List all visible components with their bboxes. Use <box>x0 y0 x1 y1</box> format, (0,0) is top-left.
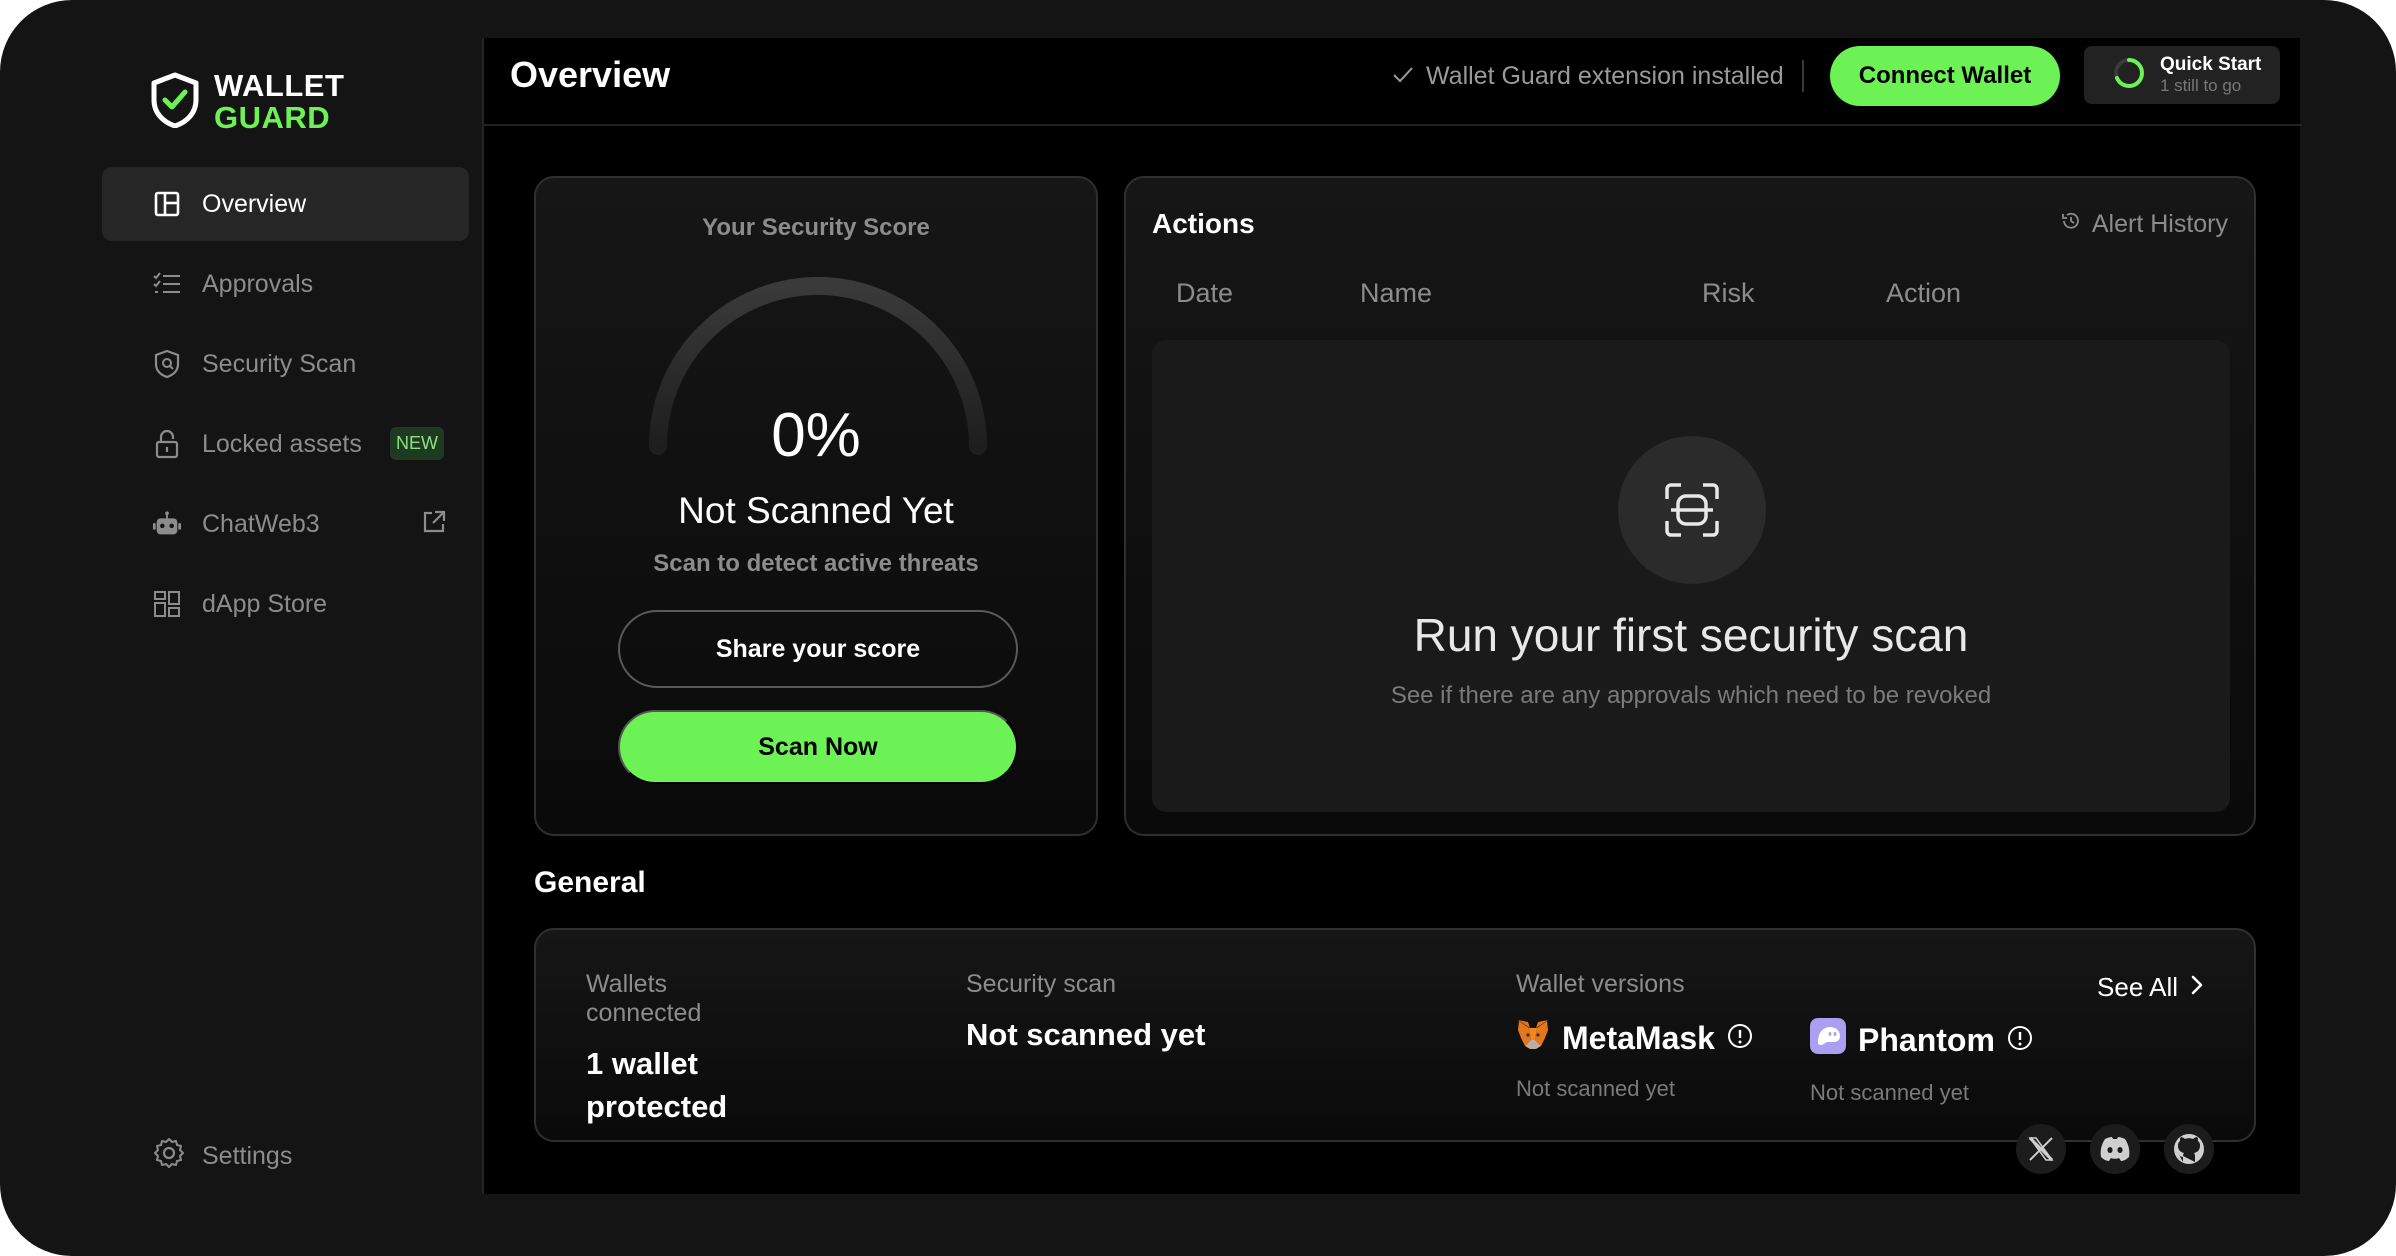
progress-ring-icon <box>2112 56 2146 95</box>
brand-line-1: WALLET <box>214 68 345 103</box>
sidebar-item-label: ChatWeb3 <box>202 509 320 538</box>
sidebar-item-overview[interactable]: Overview <box>102 167 469 241</box>
wallet-name: Phantom <box>1858 1021 1995 1058</box>
quick-start-title: Quick Start <box>2160 54 2262 75</box>
connect-wallet-button[interactable]: Connect Wallet <box>1830 46 2060 106</box>
sidebar-item-label: Overview <box>202 189 307 218</box>
score-hint: Scan to detect active threats <box>653 550 979 577</box>
history-icon <box>2060 210 2082 239</box>
sidebar-item-label: Locked assets <box>202 429 362 458</box>
sidebar-item-chatweb3[interactable]: ChatWeb3 <box>102 487 469 561</box>
github-icon[interactable] <box>2164 1124 2214 1174</box>
wallets-connected-value: 1 wallet protected <box>586 1046 728 1124</box>
info-icon[interactable] <box>2007 1022 2033 1059</box>
sidebar-item-label: Security Scan <box>202 349 357 378</box>
wallet-versions-stat: Wallet versions <box>1516 970 1685 999</box>
page-title: Overview <box>510 54 671 95</box>
general-section-title: General <box>534 866 646 899</box>
actions-card: Actions Alert History Date Name Risk Act… <box>1124 176 2256 836</box>
security-scan-value: Not scanned yet <box>966 1017 1206 1052</box>
security-scan-label: Security scan <box>966 970 1117 998</box>
grid-icon <box>152 589 182 619</box>
wallet-name: MetaMask <box>1562 1019 1715 1056</box>
list-check-icon <box>152 269 182 299</box>
sidebar-item-security-scan[interactable]: Security Scan <box>102 327 469 401</box>
sidebar-item-approvals[interactable]: Approvals <box>102 247 469 321</box>
empty-state-subtitle: See if there are any approvals which nee… <box>1390 682 1992 709</box>
top-bar: Overview Wallet Guard extension installe… <box>484 38 2302 126</box>
empty-state-title: Run your first security scan <box>1413 609 1969 661</box>
brand-logo[interactable]: WALLET GUARD <box>150 70 344 134</box>
gear-icon <box>152 1136 186 1177</box>
column-header-risk[interactable]: Risk <box>1702 278 1755 309</box>
chevron-right-icon <box>2190 972 2204 1003</box>
quick-start-subtitle: 1 still to go <box>2160 76 2242 95</box>
sidebar-nav: Overview Approvals Security Scan Locked … <box>102 167 469 647</box>
lock-icon <box>152 429 182 459</box>
wallet-status: Not scanned yet <box>1810 1080 1969 1105</box>
shield-check-icon <box>150 72 200 133</box>
wallet-phantom[interactable]: Phantom Not scanned yet <box>1810 1018 2033 1106</box>
sidebar-item-dapp-store[interactable]: dApp Store <box>102 567 469 641</box>
actions-title: Actions <box>1152 208 1255 239</box>
see-all-link[interactable]: See All <box>2097 972 2204 1003</box>
column-header-name[interactable]: Name <box>1360 278 1432 309</box>
wallets-connected-label: Wallets connected <box>586 970 702 1027</box>
empty-state-panel: Run your first security scan See if ther… <box>1152 340 2230 812</box>
sidebar-item-label: dApp Store <box>202 589 328 618</box>
score-status: Not Scanned Yet <box>678 490 954 531</box>
extension-status-text: Wallet Guard extension installed <box>1426 62 1784 90</box>
check-icon <box>1392 62 1414 91</box>
wallet-versions-label: Wallet versions <box>1516 970 1685 998</box>
sidebar-item-settings[interactable]: Settings <box>152 1136 292 1177</box>
wallet-metamask[interactable]: MetaMask Not scanned yet <box>1516 1018 1753 1102</box>
divider <box>1802 60 1804 92</box>
sidebar-item-locked-assets[interactable]: Locked assets NEW <box>102 407 469 481</box>
share-score-button[interactable]: Share your score <box>618 610 1018 688</box>
security-scan-stat: Security scan Not scanned yet <box>966 970 1205 1056</box>
robot-icon <box>152 509 182 539</box>
external-link-icon <box>421 509 447 542</box>
sidebar: WALLET GUARD Overview Approvals Security… <box>0 0 482 1256</box>
score-value: 0% <box>771 401 861 470</box>
x-icon[interactable] <box>2016 1124 2066 1174</box>
app-frame: WALLET GUARD Overview Approvals Security… <box>0 0 2396 1256</box>
new-badge: NEW <box>390 427 444 460</box>
see-all-label: See All <box>2097 972 2178 1002</box>
main-content: Overview Wallet Guard extension installe… <box>482 38 2302 1194</box>
phantom-ghost-icon <box>1810 1018 1846 1062</box>
column-header-action[interactable]: Action <box>1886 278 1961 309</box>
wallet-status: Not scanned yet <box>1516 1076 1675 1101</box>
column-header-date[interactable]: Date <box>1176 278 1233 309</box>
brand-line-2: GUARD <box>214 100 331 135</box>
extension-status: Wallet Guard extension installed <box>1392 62 1784 91</box>
scan-frame-icon <box>1618 436 1766 584</box>
security-score-label: Your Security Score <box>702 214 930 241</box>
wallets-connected-stat: Wallets connected 1 wallet protected <box>586 970 786 1128</box>
settings-label: Settings <box>202 1142 293 1170</box>
info-icon[interactable] <box>1727 1020 1753 1057</box>
sidebar-item-label: Approvals <box>202 269 314 298</box>
metamask-fox-icon <box>1516 1018 1550 1058</box>
general-card: Wallets connected 1 wallet protected Sec… <box>534 928 2256 1142</box>
security-score-card: Your Security Score 0% Not Scanned Yet S… <box>534 176 1098 836</box>
shield-scan-icon <box>152 349 182 379</box>
social-links <box>2016 1124 2214 1174</box>
scan-now-button[interactable]: Scan Now <box>618 710 1018 784</box>
quick-start-button[interactable]: Quick Start 1 still to go <box>2084 46 2280 104</box>
alert-history-link[interactable]: Alert History <box>2060 210 2228 239</box>
discord-icon[interactable] <box>2090 1124 2140 1174</box>
layout-icon <box>152 189 182 219</box>
alert-history-label: Alert History <box>2091 210 2228 238</box>
